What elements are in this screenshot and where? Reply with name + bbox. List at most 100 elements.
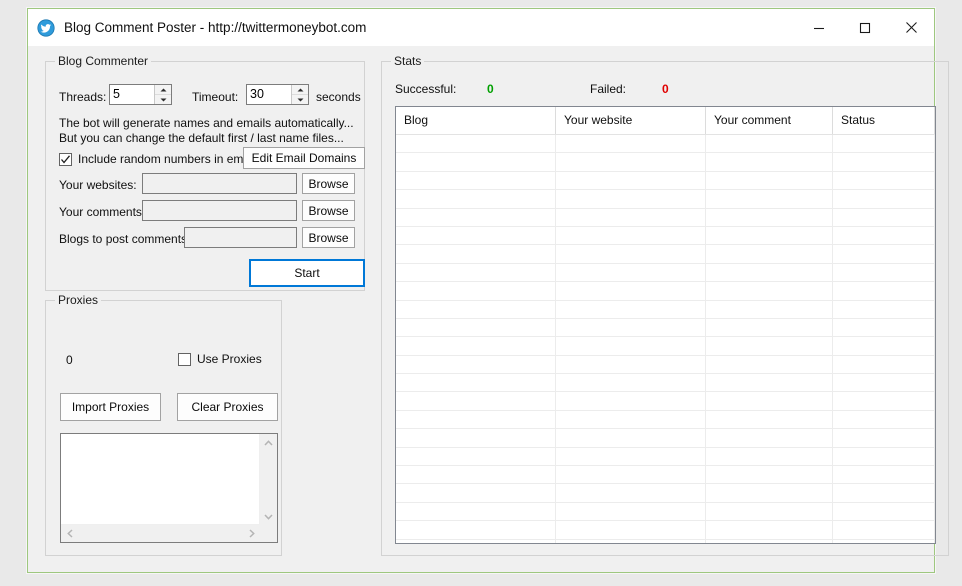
failed-label: Failed: (590, 82, 627, 96)
timeout-increment-icon[interactable] (292, 85, 308, 94)
table-cell (396, 337, 556, 355)
table-row[interactable] (396, 429, 935, 448)
info-line-1: The bot will generate names and emails a… (59, 116, 354, 130)
threads-increment-icon[interactable] (155, 85, 171, 94)
table-cell (556, 318, 706, 337)
table-cell (706, 135, 833, 153)
table-cell (396, 153, 556, 171)
table-row[interactable] (396, 135, 935, 154)
table-row[interactable] (396, 263, 935, 283)
table-row[interactable] (396, 171, 935, 191)
timeout-stepper-arrows[interactable] (291, 85, 308, 104)
table-row[interactable] (396, 466, 935, 485)
table-cell (396, 392, 556, 410)
table-cell (706, 355, 833, 374)
blogs-to-post-input[interactable] (184, 227, 297, 248)
table-row[interactable] (396, 153, 935, 172)
browse-blogs-button[interactable]: Browse (302, 227, 355, 248)
threads-decrement-icon[interactable] (155, 94, 171, 104)
table-cell (706, 337, 833, 355)
your-websites-label: Your websites: (59, 178, 137, 192)
edit-email-domains-button[interactable]: Edit Email Domains (243, 147, 365, 169)
threads-value: 5 (113, 87, 120, 101)
table-cell (833, 282, 935, 300)
table-row[interactable] (396, 190, 935, 209)
threads-stepper[interactable]: 5 (109, 84, 172, 105)
scroll-down-icon[interactable] (260, 508, 277, 525)
proxies-list-vertical-scrollbar[interactable] (260, 434, 277, 525)
application-window: Blog Comment Poster - http://twittermone… (27, 8, 949, 573)
start-button[interactable]: Start (249, 259, 365, 287)
proxies-list[interactable] (60, 433, 278, 543)
table-cell (833, 263, 935, 282)
close-button[interactable] (888, 9, 934, 46)
use-proxies-label: Use Proxies (197, 352, 262, 366)
table-cell (396, 410, 556, 429)
table-cell (396, 318, 556, 337)
table-row[interactable] (396, 392, 935, 411)
seconds-label: seconds (316, 90, 361, 104)
table-cell (706, 263, 833, 282)
results-table-body[interactable] (396, 135, 935, 543)
column-header-your-website[interactable]: Your website (556, 107, 706, 134)
table-row[interactable] (396, 502, 935, 522)
table-row[interactable] (396, 355, 935, 375)
scroll-right-icon[interactable] (243, 525, 260, 542)
table-cell (556, 263, 706, 282)
edit-email-domains-label: Edit Email Domains (251, 151, 357, 165)
clear-proxies-button[interactable]: Clear Proxies (177, 393, 278, 421)
checkbox-box[interactable] (178, 352, 191, 366)
your-websites-input[interactable] (142, 173, 297, 194)
table-cell (396, 502, 556, 521)
browse-websites-button[interactable]: Browse (302, 173, 355, 194)
timeout-stepper[interactable]: 30 (246, 84, 309, 105)
table-cell (396, 447, 556, 466)
maximize-button[interactable] (842, 9, 888, 46)
import-proxies-button[interactable]: Import Proxies (60, 393, 161, 421)
threads-stepper-arrows[interactable] (154, 85, 171, 104)
include-random-numbers-checkbox[interactable]: Include random numbers in emails (59, 152, 261, 166)
column-header-status[interactable]: Status (833, 107, 935, 134)
table-row[interactable] (396, 447, 935, 467)
table-row[interactable] (396, 282, 935, 301)
table-cell (833, 245, 935, 263)
table-row[interactable] (396, 337, 935, 356)
table-row[interactable] (396, 300, 935, 319)
minimize-button[interactable] (796, 9, 842, 46)
table-row[interactable] (396, 410, 935, 430)
scroll-up-icon[interactable] (260, 434, 277, 451)
table-row[interactable] (396, 208, 935, 227)
results-table[interactable]: Blog Your website Your comment Status (395, 106, 936, 544)
table-cell (556, 410, 706, 429)
table-row[interactable] (396, 318, 935, 338)
table-cell (833, 135, 935, 153)
table-row[interactable] (396, 374, 935, 393)
browse-comments-button[interactable]: Browse (302, 200, 355, 221)
table-cell (706, 539, 833, 543)
proxies-list-horizontal-scrollbar[interactable] (61, 525, 260, 542)
scroll-left-icon[interactable] (61, 525, 78, 542)
timeout-decrement-icon[interactable] (292, 94, 308, 104)
table-cell (833, 190, 935, 208)
browse-comments-label: Browse (308, 203, 349, 218)
table-row[interactable] (396, 539, 935, 543)
table-cell (706, 466, 833, 484)
blog-commenter-group-label: Blog Commenter (55, 55, 152, 67)
table-row[interactable] (396, 484, 935, 503)
table-cell (706, 318, 833, 337)
table-cell (396, 374, 556, 392)
your-comments-input[interactable] (142, 200, 297, 221)
table-cell (556, 300, 706, 318)
table-cell (396, 300, 556, 318)
table-row[interactable] (396, 245, 935, 264)
proxies-list-surface[interactable] (61, 434, 260, 525)
table-cell (706, 447, 833, 466)
column-header-your-comment[interactable]: Your comment (706, 107, 833, 134)
table-row[interactable] (396, 521, 935, 540)
use-proxies-checkbox[interactable]: Use Proxies (178, 352, 262, 366)
table-row[interactable] (396, 226, 935, 246)
checkbox-box[interactable] (59, 152, 72, 166)
column-header-blog[interactable]: Blog (396, 107, 556, 134)
blog-commenter-group: Blog Commenter Threads: 5 Timeout: 30 se… (45, 55, 365, 291)
table-cell (706, 245, 833, 263)
